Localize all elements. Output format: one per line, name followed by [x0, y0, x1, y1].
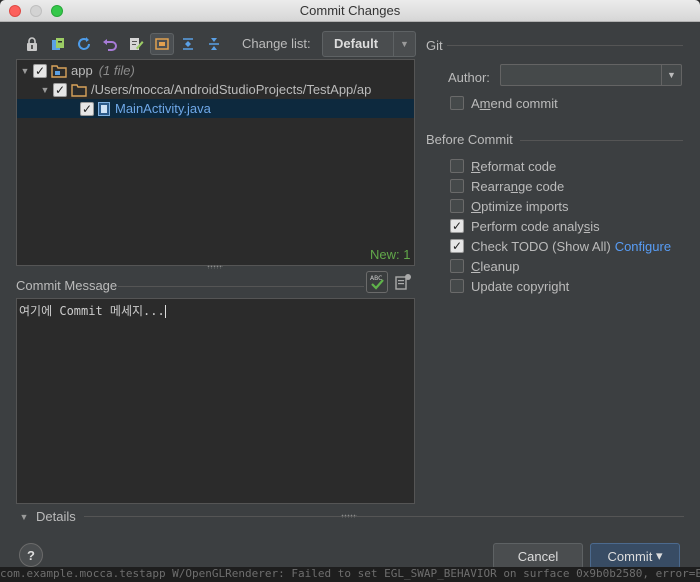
- edit-icon: [130, 38, 144, 50]
- commit-dialog: Change list: Default ▼ ▼ ✓ app (1 file) …: [0, 22, 700, 569]
- undo-icon: [103, 39, 117, 51]
- changelist-select[interactable]: Default ▼: [322, 31, 416, 57]
- tree-checkbox-app[interactable]: ✓: [33, 63, 47, 78]
- spellcheck-icon: ABC: [370, 275, 384, 290]
- folder-icon: [71, 83, 87, 97]
- update-copyright-option[interactable]: Update copyright: [450, 277, 569, 295]
- tree-row-app[interactable]: ▼ ✓ app (1 file): [17, 61, 414, 80]
- git-section-title: Git: [426, 38, 443, 53]
- rearrange-code-label: Rearrange code: [471, 178, 565, 194]
- tree-label-app: app: [71, 63, 93, 78]
- tree-row-file[interactable]: ✓ MainActivity.java: [17, 99, 414, 118]
- optimize-imports-option[interactable]: Optimize imports: [450, 197, 569, 215]
- tree-row-folder[interactable]: ▼ ✓ /Users/mocca/AndroidStudioProjects/T…: [17, 80, 414, 99]
- spellcheck-button[interactable]: ABC: [366, 271, 388, 293]
- rollback-button[interactable]: [98, 33, 122, 55]
- group-by-directory-toggle[interactable]: [150, 33, 174, 55]
- cleanup-option[interactable]: Cleanup: [450, 257, 519, 275]
- text-caret: [164, 305, 166, 318]
- check-todo-option[interactable]: ✓ Check TODO (Show All) Configure: [450, 237, 671, 255]
- title-bar: Commit Changes: [0, 0, 700, 22]
- commit-message-text: 여기에 Commit 메세지...: [19, 304, 165, 318]
- rearrange-code-option[interactable]: Rearrange code: [450, 177, 564, 195]
- divider: [447, 45, 683, 46]
- commit-button[interactable]: Commit ▾: [590, 543, 680, 569]
- chevron-down-icon[interactable]: ▼: [661, 65, 681, 85]
- details-label: Details: [36, 509, 76, 524]
- expand-arrow-icon[interactable]: ▼: [18, 512, 30, 522]
- cancel-button[interactable]: Cancel: [493, 543, 583, 569]
- cleanup-checkbox[interactable]: [450, 259, 464, 273]
- tree-label-folder: /Users/mocca/AndroidStudioProjects/TestA…: [91, 82, 372, 97]
- expand-arrow-icon[interactable]: ▼: [39, 85, 51, 95]
- divider: [520, 140, 683, 141]
- divider: [84, 516, 684, 517]
- cleanup-label: Cleanup: [471, 258, 520, 274]
- reformat-code-checkbox[interactable]: [450, 159, 464, 173]
- rearrange-code-checkbox[interactable]: [450, 179, 464, 193]
- update-copyright-checkbox[interactable]: [450, 279, 464, 293]
- changes-tree[interactable]: ▼ ✓ app (1 file) ▼ ✓ /Users/mocca/Androi…: [16, 59, 415, 266]
- reformat-code-option[interactable]: Reformat code: [450, 157, 556, 175]
- divider: [118, 286, 364, 287]
- collapse-all-icon: [209, 38, 219, 50]
- help-button[interactable]: ?: [19, 543, 43, 567]
- optimize-imports-label: Optimize imports: [471, 198, 569, 214]
- svg-text:ABC: ABC: [370, 275, 382, 282]
- expand-arrow-icon[interactable]: ▼: [19, 66, 31, 76]
- tree-label-file: MainActivity.java: [115, 101, 211, 116]
- vcs-lock-icon: [27, 37, 37, 51]
- splitter-handle[interactable]: [341, 514, 357, 518]
- commit-message-textarea[interactable]: 여기에 Commit 메세지...: [16, 298, 415, 504]
- author-label: Author:: [448, 70, 490, 85]
- background-log-text: com.example.mocca.testapp W/OpenGLRender…: [0, 567, 700, 582]
- module-folder-icon: [51, 64, 67, 78]
- amend-commit-checkbox[interactable]: [450, 96, 464, 110]
- dropdown-arrow-icon: ▾: [655, 548, 663, 563]
- update-copyright-label: Update copyright: [471, 278, 570, 294]
- tree-file-count: (1 file): [98, 63, 135, 78]
- expand-all-button[interactable]: [176, 33, 200, 55]
- splitter-handle[interactable]: [207, 265, 223, 269]
- check-todo-label: Check TODO (Show All): [471, 238, 611, 254]
- new-files-status: New: 1: [370, 247, 411, 262]
- configure-todo-link[interactable]: Configure: [615, 239, 671, 254]
- vcs-lock-button[interactable]: [20, 33, 44, 55]
- code-analysis-option[interactable]: ✓ Perform code analysis: [450, 217, 600, 235]
- java-file-icon: [98, 101, 110, 116]
- changelist-value: Default: [334, 36, 379, 51]
- toolbar: [20, 32, 228, 56]
- before-commit-section-title: Before Commit: [426, 132, 513, 147]
- details-toggle[interactable]: ▼ Details: [18, 509, 76, 524]
- expand-all-icon: [183, 38, 193, 50]
- amend-commit-option[interactable]: Amend commit: [450, 94, 558, 112]
- tree-checkbox-folder[interactable]: ✓: [53, 82, 67, 97]
- author-combobox[interactable]: ▼: [500, 64, 682, 86]
- group-by-folder-icon: [155, 38, 169, 50]
- edit-source-button[interactable]: [124, 33, 148, 55]
- refresh-button[interactable]: [72, 33, 96, 55]
- changelist-label: Change list:: [242, 36, 311, 51]
- chevron-down-icon: ▼: [393, 32, 415, 56]
- diff-icon: [52, 38, 64, 50]
- optimize-imports-checkbox[interactable]: [450, 199, 464, 213]
- code-analysis-checkbox[interactable]: ✓: [450, 219, 464, 233]
- commit-message-label: Commit Message: [16, 278, 118, 293]
- amend-commit-label: Amend commit: [471, 95, 558, 111]
- collapse-all-button[interactable]: [202, 33, 226, 55]
- commit-message-history-button[interactable]: [393, 272, 415, 294]
- tree-checkbox-file[interactable]: ✓: [80, 101, 94, 116]
- check-todo-checkbox[interactable]: ✓: [450, 239, 464, 253]
- code-analysis-label: Perform code analysis: [471, 218, 600, 234]
- history-icon: [395, 274, 411, 290]
- show-diff-button[interactable]: [46, 33, 70, 55]
- window-title: Commit Changes: [299, 3, 401, 18]
- refresh-icon: [78, 37, 90, 50]
- reformat-code-label: Reformat code: [471, 158, 557, 174]
